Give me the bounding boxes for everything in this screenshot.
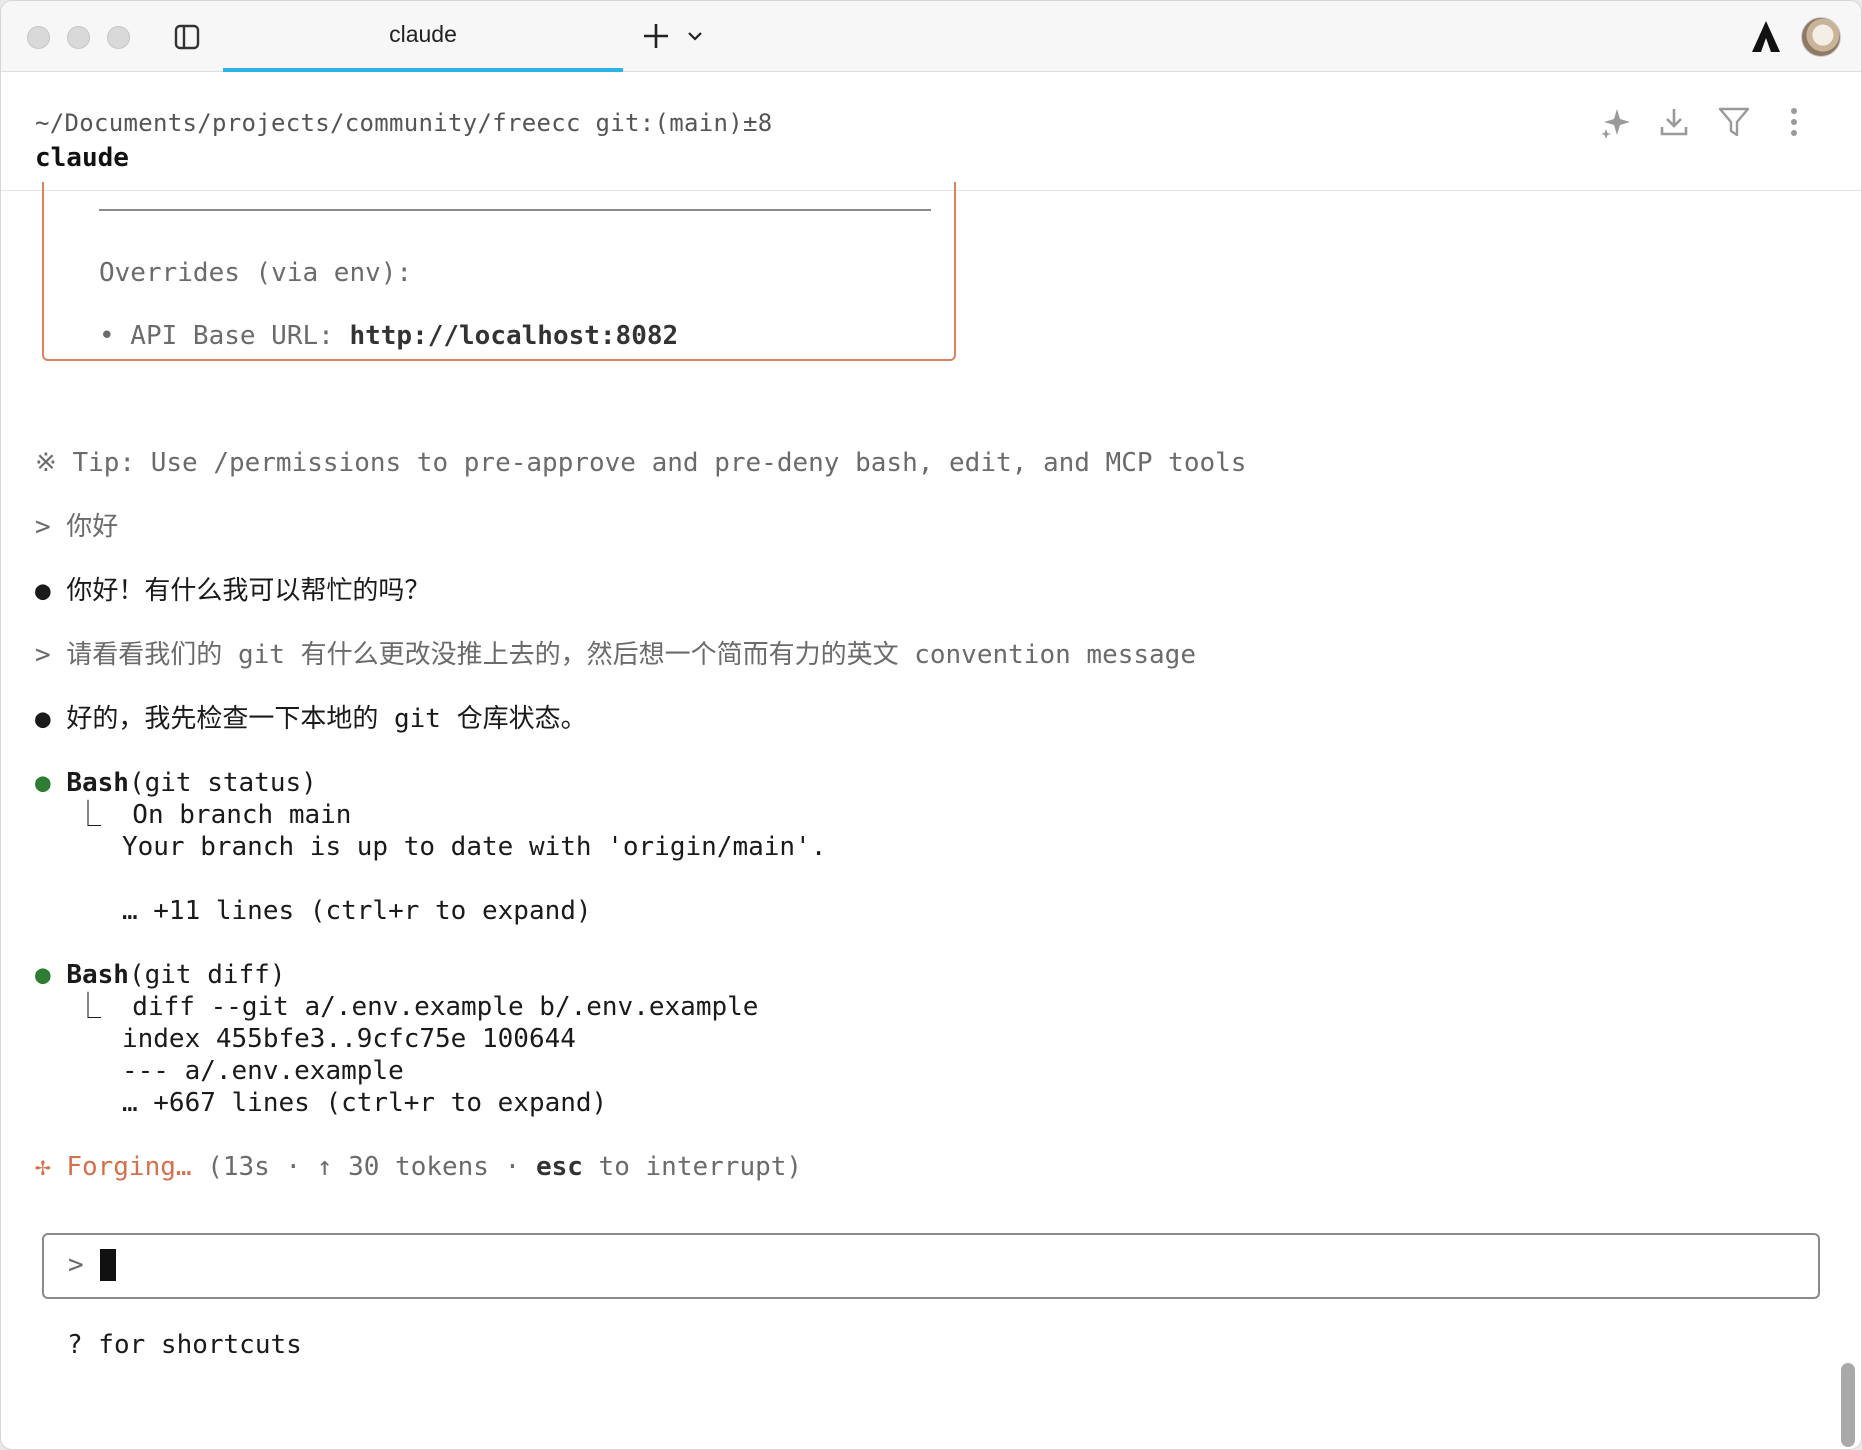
terminal-window: claude ~/Documents/projects/community/fr… bbox=[0, 0, 1862, 1450]
tool-status-dot: ● bbox=[35, 960, 51, 990]
status-detail: (13s · ↑ 30 tokens · bbox=[207, 1152, 536, 1182]
session-title: claude bbox=[35, 143, 129, 173]
message-bullet: ● bbox=[35, 576, 51, 606]
config-divider bbox=[99, 209, 931, 211]
more-options-icon[interactable] bbox=[1777, 105, 1811, 139]
spinner-icon: ✢ bbox=[35, 1152, 51, 1182]
tool-args: (git status) bbox=[128, 768, 317, 798]
zoom-window-button[interactable] bbox=[107, 26, 130, 49]
avatar[interactable] bbox=[1801, 17, 1841, 57]
status-verb: Forging… bbox=[66, 1152, 192, 1182]
tab-title: claude bbox=[389, 21, 457, 47]
status-detail-end: to interrupt) bbox=[582, 1152, 803, 1182]
assistant-message-text: 你好！有什么我可以帮忙的吗？ bbox=[66, 576, 431, 606]
user-message: > 请看看我们的 git 有什么更改没推上去的，然后想一个简而有力的英文 con… bbox=[35, 640, 1196, 670]
tool-name: Bash bbox=[66, 960, 129, 990]
close-window-button[interactable] bbox=[27, 26, 50, 49]
tool-call-git-diff[interactable]: ● Bash(git diff) bbox=[35, 959, 285, 991]
tool-name: Bash bbox=[66, 768, 129, 798]
tool-call-git-status[interactable]: ● Bash(git status) bbox=[35, 767, 317, 799]
working-directory-path: ~/Documents/projects/community/freecc gi… bbox=[35, 109, 773, 137]
interrupt-key: esc bbox=[535, 1152, 583, 1182]
shortcuts-hint: ? for shortcuts bbox=[67, 1330, 302, 1360]
terminal-output: Overrides (via env): • API Base URL: htt… bbox=[1, 182, 1861, 1449]
api-base-url-value: http://localhost:8082 bbox=[349, 321, 679, 351]
api-base-url-row: • API Base URL: http://localhost:8082 bbox=[99, 320, 678, 352]
status-line: ✢ Forging… (13s · ↑ 30 tokens · esc to i… bbox=[35, 1151, 802, 1183]
overrides-heading: Overrides (via env): bbox=[99, 258, 413, 288]
sidebar-toggle-icon[interactable] bbox=[173, 23, 201, 51]
assistant-message-text: 好的，我先检查一下本地的 git 仓库状态。 bbox=[66, 704, 587, 734]
tool-output-line: index 455bfe3..9cfc75e 100644 bbox=[75, 1024, 576, 1054]
title-bar: claude bbox=[1, 1, 1861, 72]
user-message: > 你好 bbox=[35, 512, 119, 542]
vertical-scrollbar[interactable] bbox=[1841, 1363, 1855, 1447]
expand-output-line[interactable]: … +11 lines (ctrl+r to expand) bbox=[75, 895, 592, 927]
tab-claude[interactable]: claude bbox=[223, 1, 623, 72]
tip-text: ※ Tip: Use /permissions to pre-approve a… bbox=[35, 448, 1247, 478]
brand-logo-icon[interactable] bbox=[1749, 19, 1783, 55]
prompt-input[interactable]: > bbox=[42, 1233, 1820, 1299]
assistant-message: ● 好的，我先检查一下本地的 git 仓库状态。 bbox=[35, 703, 587, 735]
tool-output-line: Your branch is up to date with 'origin/m… bbox=[75, 832, 827, 862]
filter-icon[interactable] bbox=[1717, 105, 1751, 139]
tool-output-line: --- a/.env.example bbox=[75, 1056, 404, 1086]
tool-status-dot: ● bbox=[35, 768, 51, 798]
tool-args: (git diff) bbox=[128, 960, 286, 990]
sparkle-icon[interactable] bbox=[1599, 105, 1633, 139]
assistant-message: ● 你好！有什么我可以帮忙的吗？ bbox=[35, 575, 430, 607]
message-bullet: ● bbox=[35, 704, 51, 734]
new-tab-plus-icon[interactable] bbox=[641, 21, 671, 51]
prompt-caret: > bbox=[68, 1250, 84, 1280]
chevron-down-icon[interactable] bbox=[685, 28, 705, 44]
api-base-url-label: • API Base URL: bbox=[99, 321, 350, 351]
text-cursor bbox=[100, 1249, 116, 1281]
minimize-window-button[interactable] bbox=[67, 26, 90, 49]
tool-output-line: ⎿ diff --git a/.env.example b/.env.examp… bbox=[75, 992, 759, 1022]
download-icon[interactable] bbox=[1657, 105, 1691, 139]
tool-output-line: ⎿ On branch main bbox=[75, 800, 352, 830]
session-header: ~/Documents/projects/community/freecc gi… bbox=[1, 73, 1861, 191]
expand-output-line[interactable]: … +667 lines (ctrl+r to expand) bbox=[75, 1087, 607, 1119]
